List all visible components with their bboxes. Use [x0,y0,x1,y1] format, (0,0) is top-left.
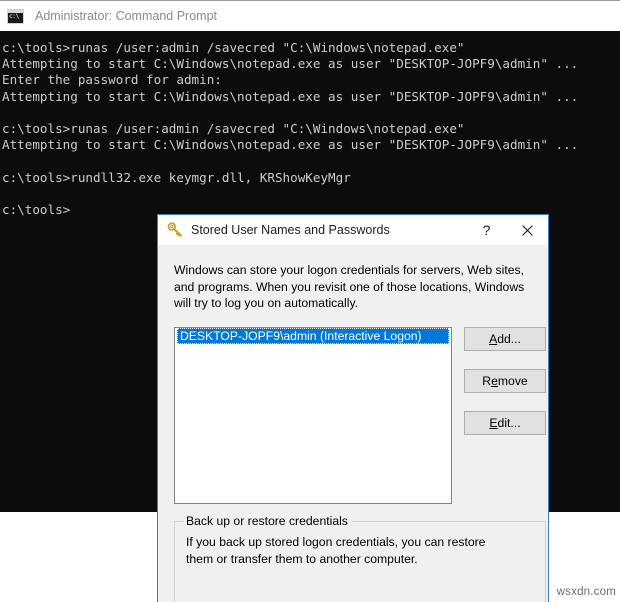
dialog-client-area: Windows can store your logon credentials… [158,245,548,602]
list-item[interactable]: DESKTOP-JOPF9\admin (Interactive Logon) [177,328,449,344]
credentials-listbox[interactable]: DESKTOP-JOPF9\admin DESKTOP-JOPF9\admin … [174,327,452,504]
watermark: wsxdn.com [556,586,616,598]
console-line: Attempting to start C:\Windows\notepad.e… [2,88,579,104]
remove-button-post: move [497,374,528,388]
screen: Administrator: Command Prompt c:\tools>r… [0,0,620,602]
close-icon[interactable] [507,215,548,245]
console-window-title: Administrator: Command Prompt [35,9,218,23]
stored-credentials-dialog: Stored User Names and Passwords ? Window… [157,214,549,602]
console-line: Attempting to start C:\Windows\notepad.e… [2,137,579,153]
add-button-post: dd... [497,332,521,346]
remove-button-accel: e [491,374,498,388]
remove-button[interactable]: Remove [464,369,546,393]
edit-button[interactable]: Edit... [464,411,546,435]
edit-button-accel: E [489,416,498,430]
groupbox-label: Back up or restore credentials [184,514,352,528]
backup-restore-groupbox: Back up or restore credentials If you ba… [174,514,546,602]
dialog-title: Stored User Names and Passwords [191,223,390,237]
console-line: Enter the password for admin: [2,72,222,88]
console-line: Attempting to start C:\Windows\notepad.e… [2,56,579,72]
add-button-accel: A [489,332,498,346]
remove-button-pre: R [482,374,492,388]
dialog-caption-buttons: ? [466,215,548,245]
add-button[interactable]: Add... [464,327,546,351]
dialog-description: Windows can store your logon credentials… [174,263,525,310]
credential-actions: Add... Remove Edit... [464,327,546,435]
help-button[interactable]: ? [466,215,507,245]
groupbox-description: If you back up stored logon credentials,… [186,535,486,566]
key-icon [167,222,183,237]
edit-button-post: dit... [497,416,521,430]
console-line: c:\tools>runas /user:admin /savecred "C:… [2,40,465,55]
command-prompt-icon [7,8,24,24]
console-line: c:\tools>rundll32.exe keymgr.dll, KRShow… [2,169,351,185]
console-line: c:\tools>runas /user:admin /savecred "C:… [2,121,465,137]
console-titlebar[interactable]: Administrator: Command Prompt [0,0,620,31]
dialog-titlebar[interactable]: Stored User Names and Passwords ? [158,215,548,245]
